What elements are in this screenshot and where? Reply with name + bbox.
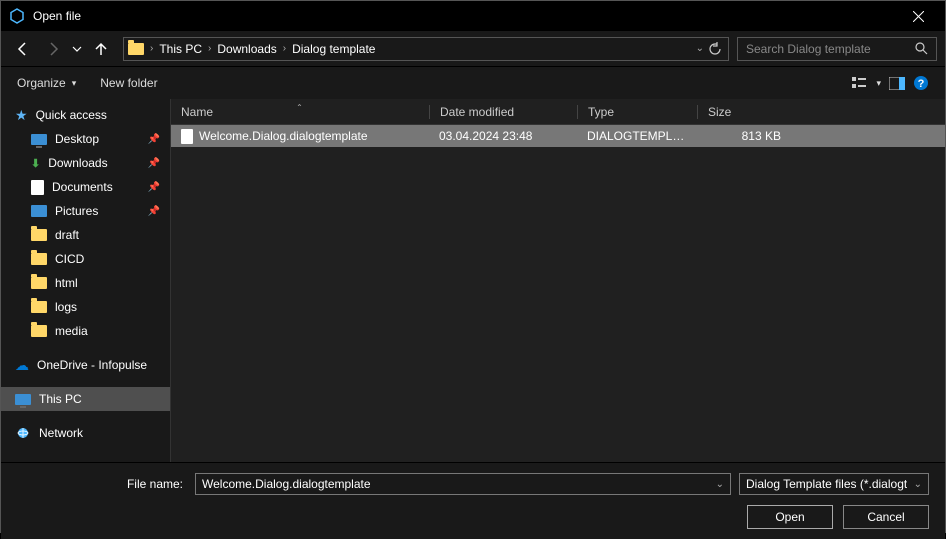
pin-icon: 📌 — [148, 182, 160, 193]
folder-icon — [31, 301, 47, 313]
pc-icon — [15, 394, 31, 405]
filetype-select[interactable]: Dialog Template files (*.dialogt ⌄ — [739, 473, 929, 495]
search-input[interactable]: Search Dialog template — [737, 37, 937, 61]
sidebar-item-downloads[interactable]: ⬇ Downloads 📌 — [1, 151, 170, 175]
sidebar-item-desktop[interactable]: Desktop 📌 — [1, 127, 170, 151]
column-name[interactable]: Name ⌃ — [171, 105, 429, 119]
breadcrumb-segment[interactable]: This PC — [155, 38, 206, 60]
folder-icon — [31, 277, 47, 289]
file-list-header: Name ⌃ Date modified Type Size — [171, 99, 945, 125]
sidebar-item-folder[interactable]: html — [1, 271, 170, 295]
sidebar-item-pictures[interactable]: Pictures 📌 — [1, 199, 170, 223]
filename-label: File name: — [17, 477, 187, 491]
nav-bar: › This PC › Downloads › Dialog template … — [1, 31, 945, 67]
sidebar: ★ Quick access Desktop 📌 ⬇ Downloads 📌 D… — [1, 99, 171, 462]
breadcrumb-segment[interactable]: Downloads — [213, 38, 280, 60]
sidebar-item-folder[interactable]: media — [1, 319, 170, 343]
up-button[interactable] — [87, 35, 115, 63]
sidebar-this-pc[interactable]: This PC — [1, 387, 170, 411]
column-date[interactable]: Date modified — [429, 105, 577, 119]
file-list: Name ⌃ Date modified Type Size Welcome.D… — [171, 99, 945, 462]
breadcrumb-segment[interactable]: Dialog template — [288, 38, 379, 60]
breadcrumb[interactable]: › This PC › Downloads › Dialog template … — [123, 37, 729, 61]
organize-button[interactable]: Organize ▾ — [17, 76, 76, 90]
file-name-cell: Welcome.Dialog.dialogtemplate — [171, 129, 429, 144]
app-icon — [9, 8, 25, 24]
sidebar-network[interactable]: Network — [1, 421, 170, 445]
sidebar-quick-access[interactable]: ★ Quick access — [1, 103, 170, 127]
document-icon — [31, 180, 44, 195]
refresh-icon[interactable] — [708, 42, 722, 56]
network-icon — [15, 426, 31, 440]
chevron-down-icon: ▾ — [876, 78, 881, 89]
star-icon: ★ — [15, 107, 28, 124]
file-date-cell: 03.04.2024 23:48 — [429, 129, 577, 143]
chevron-down-icon[interactable]: ⌄ — [716, 479, 724, 490]
preview-pane-button[interactable] — [889, 77, 905, 90]
chevron-right-icon[interactable]: › — [281, 43, 288, 54]
sidebar-item-documents[interactable]: Documents 📌 — [1, 175, 170, 199]
cancel-button[interactable]: Cancel — [843, 505, 929, 529]
cloud-icon: ☁ — [15, 357, 29, 374]
pin-icon: 📌 — [148, 158, 160, 169]
file-icon — [181, 129, 193, 144]
chevron-down-icon: ⌄ — [914, 479, 922, 490]
back-button[interactable] — [9, 35, 37, 63]
sidebar-item-folder[interactable]: logs — [1, 295, 170, 319]
forward-button[interactable] — [39, 35, 67, 63]
toolbar: Organize ▾ New folder ▾ ? — [1, 67, 945, 99]
sidebar-item-folder[interactable]: draft — [1, 223, 170, 247]
breadcrumb-root-icon[interactable] — [124, 38, 148, 60]
folder-icon — [31, 229, 47, 241]
title-bar: Open file — [1, 1, 945, 31]
file-row[interactable]: Welcome.Dialog.dialogtemplate 03.04.2024… — [171, 125, 945, 147]
help-button[interactable]: ? — [913, 75, 929, 91]
pictures-icon — [31, 205, 47, 217]
window-title: Open file — [33, 9, 896, 23]
new-folder-button[interactable]: New folder — [100, 76, 157, 90]
file-type-cell: DIALOGTEMPLATE... — [577, 129, 697, 143]
sidebar-onedrive[interactable]: ☁ OneDrive - Infopulse — [1, 353, 170, 377]
pin-icon: 📌 — [148, 206, 160, 217]
desktop-icon — [31, 134, 47, 145]
view-options-button[interactable]: ▾ — [852, 76, 881, 90]
bottom-panel: File name: Welcome.Dialog.dialogtemplate… — [1, 462, 945, 539]
chevron-down-icon: ▾ — [72, 78, 77, 89]
folder-icon — [31, 325, 47, 337]
recent-dropdown[interactable] — [69, 35, 85, 63]
open-button[interactable]: Open — [747, 505, 833, 529]
column-size[interactable]: Size — [697, 105, 791, 119]
chevron-down-icon[interactable]: ⌄ — [696, 43, 704, 54]
sidebar-item-folder[interactable]: CICD — [1, 247, 170, 271]
sort-indicator-icon: ⌃ — [296, 103, 303, 112]
folder-icon — [31, 253, 47, 265]
svg-text:?: ? — [918, 78, 925, 90]
chevron-right-icon[interactable]: › — [148, 43, 155, 54]
chevron-right-icon[interactable]: › — [206, 43, 213, 54]
pin-icon: 📌 — [148, 134, 160, 145]
close-button[interactable] — [896, 1, 941, 31]
file-size-cell: 813 KB — [697, 129, 791, 143]
column-type[interactable]: Type — [577, 105, 697, 119]
search-icon — [915, 42, 928, 55]
search-placeholder: Search Dialog template — [746, 42, 915, 56]
filename-input[interactable]: Welcome.Dialog.dialogtemplate ⌄ — [195, 473, 731, 495]
download-icon: ⬇ — [31, 157, 40, 170]
main-area: ★ Quick access Desktop 📌 ⬇ Downloads 📌 D… — [1, 99, 945, 462]
